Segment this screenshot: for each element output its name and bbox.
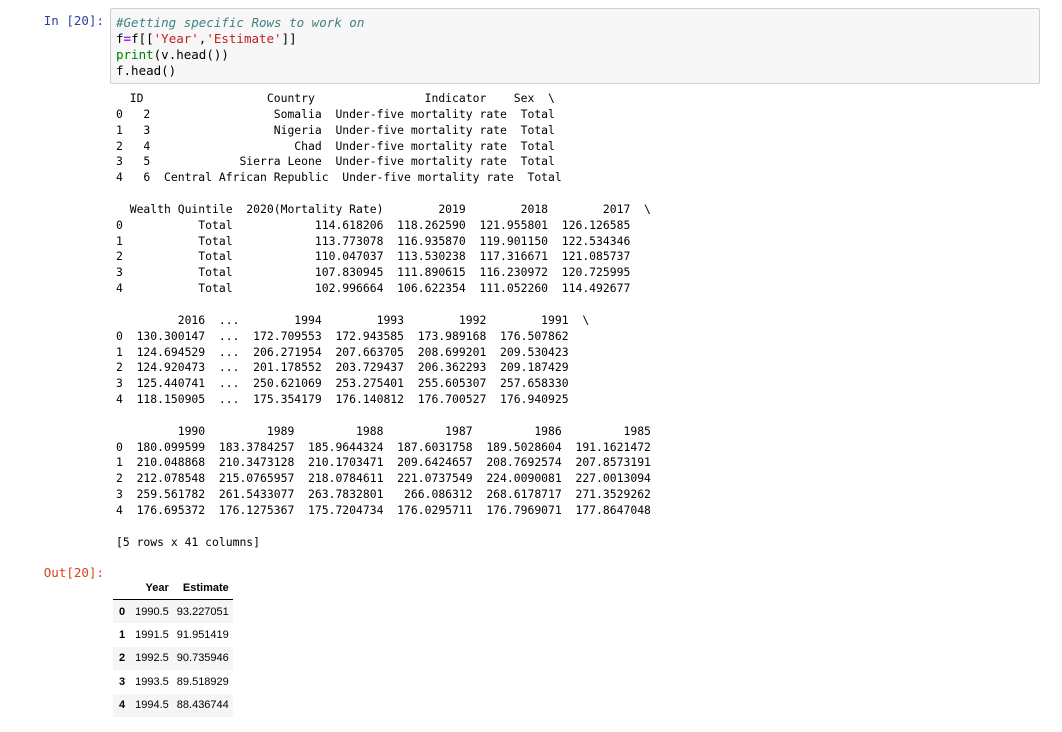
stdout-line xyxy=(116,519,651,535)
code-token: 'Estimate' xyxy=(206,31,282,46)
cell-year: 1991.5 xyxy=(135,629,169,642)
stdout-line: 1990 1989 1988 1987 1986 1985 xyxy=(116,423,651,438)
table-row: 3 1993.5 89.518929 xyxy=(113,670,233,694)
stdout-line: 1 3 Nigeria Under-five mortality rate To… xyxy=(116,122,555,137)
cell-estimate: 89.518929 xyxy=(176,675,229,688)
stdout-line: [5 rows x 41 columns] xyxy=(116,534,261,549)
stdout-line: 2 212.078548 215.0765957 218.0784611 221… xyxy=(116,471,651,486)
code-line-3: print(v.head()) xyxy=(116,47,1035,63)
code-token: = xyxy=(123,31,132,46)
cell-year: 1994.5 xyxy=(135,699,169,712)
code-token: ]] xyxy=(281,31,297,46)
code-token: 'Year' xyxy=(153,31,199,46)
code-token: (v.head()) xyxy=(153,47,229,62)
code-token: print xyxy=(116,47,154,62)
stdout-line xyxy=(116,186,651,202)
stdout-line: 4 Total 102.996664 106.622354 111.052260… xyxy=(116,281,631,296)
code-token: f.head() xyxy=(116,63,177,78)
column-header-estimate: Estimate xyxy=(172,577,233,600)
input-prompt: In [20]: xyxy=(43,13,104,28)
stdout-line: 4 176.695372 176.1275367 175.7204734 176… xyxy=(116,502,651,517)
stdout-line: 2016 ... 1994 1993 1992 1991 \ xyxy=(116,312,590,327)
stdout-line: 3 5 Sierra Leone Under-five mortality ra… xyxy=(116,154,555,169)
stdout-line: 0 2 Somalia Under-five mortality rate To… xyxy=(116,106,555,121)
code-line-4: f.head() xyxy=(116,63,1035,79)
row-index: 4 xyxy=(119,699,126,712)
code-cell-input[interactable]: #Getting specific Rows to work on f=f[['… xyxy=(110,8,1040,84)
stdout-line: 0 180.099599 183.3784257 185.9644324 187… xyxy=(116,439,651,454)
stdout-line: 2 124.920473 ... 201.178552 203.729437 2… xyxy=(116,360,569,375)
stdout-line xyxy=(116,408,651,424)
table-header-row: Year Estimate xyxy=(113,577,233,600)
cell-year: 1990.5 xyxy=(135,605,169,618)
cell-estimate: 91.951419 xyxy=(176,629,229,642)
stdout-output: ID Country Indicator Sex \ 0 2 Somalia Un… xyxy=(116,91,651,550)
stdout-line: 1 124.694529 ... 206.271954 207.663705 2… xyxy=(116,344,569,359)
table-row: 4 1994.5 88.436744 xyxy=(113,693,233,717)
dataframe-table: Year Estimate 0 1990.5 93.227051 1 1991.… xyxy=(113,577,233,717)
row-index: 1 xyxy=(119,629,126,642)
table-row: 1 1991.5 91.951419 xyxy=(113,623,233,647)
cell-estimate: 93.227051 xyxy=(176,605,229,618)
stdout-line: 1 210.048868 210.3473128 210.1703471 209… xyxy=(116,455,651,470)
cell-year: 1993.5 xyxy=(135,675,169,688)
row-index: 2 xyxy=(119,652,126,665)
stdout-line: 3 259.561782 261.5433077 263.7832801 266… xyxy=(116,487,651,502)
row-index: 3 xyxy=(119,675,126,688)
code-comment: #Getting specific Rows to work on xyxy=(116,15,365,30)
code-line-2: f=f[['Year','Estimate']] xyxy=(116,31,1035,47)
stdout-line: 3 Total 107.830945 111.890615 116.230972… xyxy=(116,265,631,280)
cell-estimate: 90.735946 xyxy=(176,652,229,665)
dataframe-output: Year Estimate 0 1990.5 93.227051 1 1991.… xyxy=(113,577,233,717)
stdout-line: Wealth Quintile 2020(Mortality Rate) 201… xyxy=(116,201,651,216)
stdout-line: 2 Total 110.047037 113.530238 117.316671… xyxy=(116,249,631,264)
stdout-line: 4 118.150905 ... 175.354179 176.140812 1… xyxy=(116,392,569,407)
stdout-line: 1 Total 113.773078 116.935870 119.901150… xyxy=(116,233,631,248)
stdout-line: 0 Total 114.618206 118.262590 121.955801… xyxy=(116,217,631,232)
output-prompt: Out[20]: xyxy=(43,565,104,580)
column-header-year: Year xyxy=(131,577,173,600)
code-token: f[[ xyxy=(131,31,154,46)
cell-estimate: 88.436744 xyxy=(176,699,229,712)
code-line-1: #Getting specific Rows to work on xyxy=(116,15,1035,31)
stdout-line: ID Country Indicator Sex \ xyxy=(116,91,555,105)
stdout-line: 2 4 Chad Under-five mortality rate Total xyxy=(116,138,555,153)
stdout-line xyxy=(116,297,651,313)
stdout-line: 3 125.440741 ... 250.621069 253.275401 2… xyxy=(116,376,569,391)
stdout-line: 4 6 Central African Republic Under-five … xyxy=(116,170,562,185)
row-index: 0 xyxy=(119,605,126,618)
cell-year: 1992.5 xyxy=(135,652,169,665)
table-row: 2 1992.5 90.735946 xyxy=(113,646,233,671)
stdout-line: 0 130.300147 ... 172.709553 172.943585 1… xyxy=(116,328,569,343)
table-row: 0 1990.5 93.227051 xyxy=(113,599,233,624)
code-token: f xyxy=(116,31,124,46)
index-header xyxy=(113,577,132,600)
